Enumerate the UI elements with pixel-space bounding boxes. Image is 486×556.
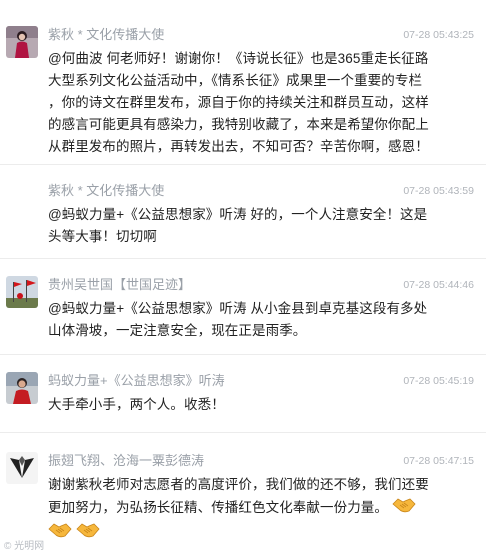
sender-name[interactable]: 蚂蚁力量+《公益思想家》听涛 bbox=[48, 372, 225, 390]
woman-red-dress-avatar[interactable] bbox=[6, 26, 38, 58]
message-line: @蚂蚁力量+《公益思想家》听涛 从小金县到卓克基这段有多处 bbox=[48, 301, 428, 316]
black-white-logo-avatar[interactable] bbox=[6, 452, 38, 484]
message-line: 大手牵小手，两个人。收悉！ bbox=[48, 397, 225, 412]
message-line: 大型系列文化公益活动中，《情系长征》成果里一个重要的专栏 bbox=[48, 73, 423, 88]
message-text: @何曲波 何老师好！谢谢你！《诗说长征》也是365重走长征路 大型系列文化公益活… bbox=[48, 48, 440, 158]
message-line-emoji bbox=[48, 521, 440, 546]
message-line: @蚂蚁力量+《公益思想家》听涛 好的，一个人注意安全！这是 bbox=[48, 207, 428, 222]
handshake-emoji-icon bbox=[76, 521, 100, 546]
handshake-emoji-icon bbox=[392, 496, 416, 521]
message-timestamp: 07-28 05:44:46 bbox=[403, 279, 474, 291]
watermark: © 光明网 bbox=[4, 541, 45, 552]
message-line: 头等大事！切切啊 bbox=[48, 229, 157, 244]
message-text: @蚂蚁力量+《公益思想家》听涛 好的，一个人注意安全！这是 头等大事！切切啊 bbox=[48, 204, 440, 248]
message-text: 大手牵小手，两个人。收悉！ bbox=[48, 394, 440, 416]
message-timestamp: 07-28 05:43:59 bbox=[403, 185, 474, 197]
handshake-emoji-icon bbox=[48, 521, 72, 546]
message-timestamp: 07-28 05:47:15 bbox=[403, 455, 474, 467]
message-text: @蚂蚁力量+《公益思想家》听涛 从小金县到卓克基这段有多处 山体滑坡，一定注意安… bbox=[48, 298, 440, 342]
man-red-shirt-avatar[interactable] bbox=[6, 372, 38, 404]
divider bbox=[0, 164, 486, 165]
divider bbox=[0, 354, 486, 355]
message-line: 山体滑坡，一定注意安全，现在正是雨季。 bbox=[48, 323, 307, 338]
divider bbox=[0, 432, 486, 433]
sender-name[interactable]: 贵州吴世国【世国足迹】 bbox=[48, 276, 191, 294]
message-line: 从群里发布的照片，再转发出去，不知可否？辛苦你啊，感恩！ bbox=[48, 139, 429, 154]
message-line: 更加努力，为弘扬长征精、传播红色文化奉献一份力量。 bbox=[48, 496, 440, 521]
message-line: ，你的诗文在群里发布，源自于你的持续关注和群员互动，这样 bbox=[48, 95, 429, 110]
sender-name[interactable]: 紫秋 * 文化传播大使 bbox=[48, 26, 164, 44]
message-line: @何曲波 何老师好！谢谢你！《诗说长征》也是365重走长征路 bbox=[48, 51, 429, 66]
red-flags-avatar[interactable] bbox=[6, 276, 38, 308]
divider bbox=[0, 258, 486, 259]
message-line: 的感言可能更具有感染力，我特别收藏了，本来是希望你你配上 bbox=[48, 117, 429, 132]
message-line-text: 更加努力，为弘扬长征精、传播红色文化奉献一份力量。 bbox=[48, 500, 388, 516]
message-timestamp: 07-28 05:45:19 bbox=[403, 375, 474, 387]
sender-name[interactable]: 振翅飞翔、沧海一粟彭德涛 bbox=[48, 452, 204, 470]
message-line: 谢谢紫秋老师对志愿者的高度评价，我们做的还不够，我们还要 bbox=[48, 477, 429, 492]
message-text: 谢谢紫秋老师对志愿者的高度评价，我们做的还不够，我们还要 更加努力，为弘扬长征精… bbox=[48, 474, 440, 546]
message-timestamp: 07-28 05:43:25 bbox=[403, 29, 474, 41]
sender-name[interactable]: 紫秋 * 文化传播大使 bbox=[48, 182, 164, 200]
